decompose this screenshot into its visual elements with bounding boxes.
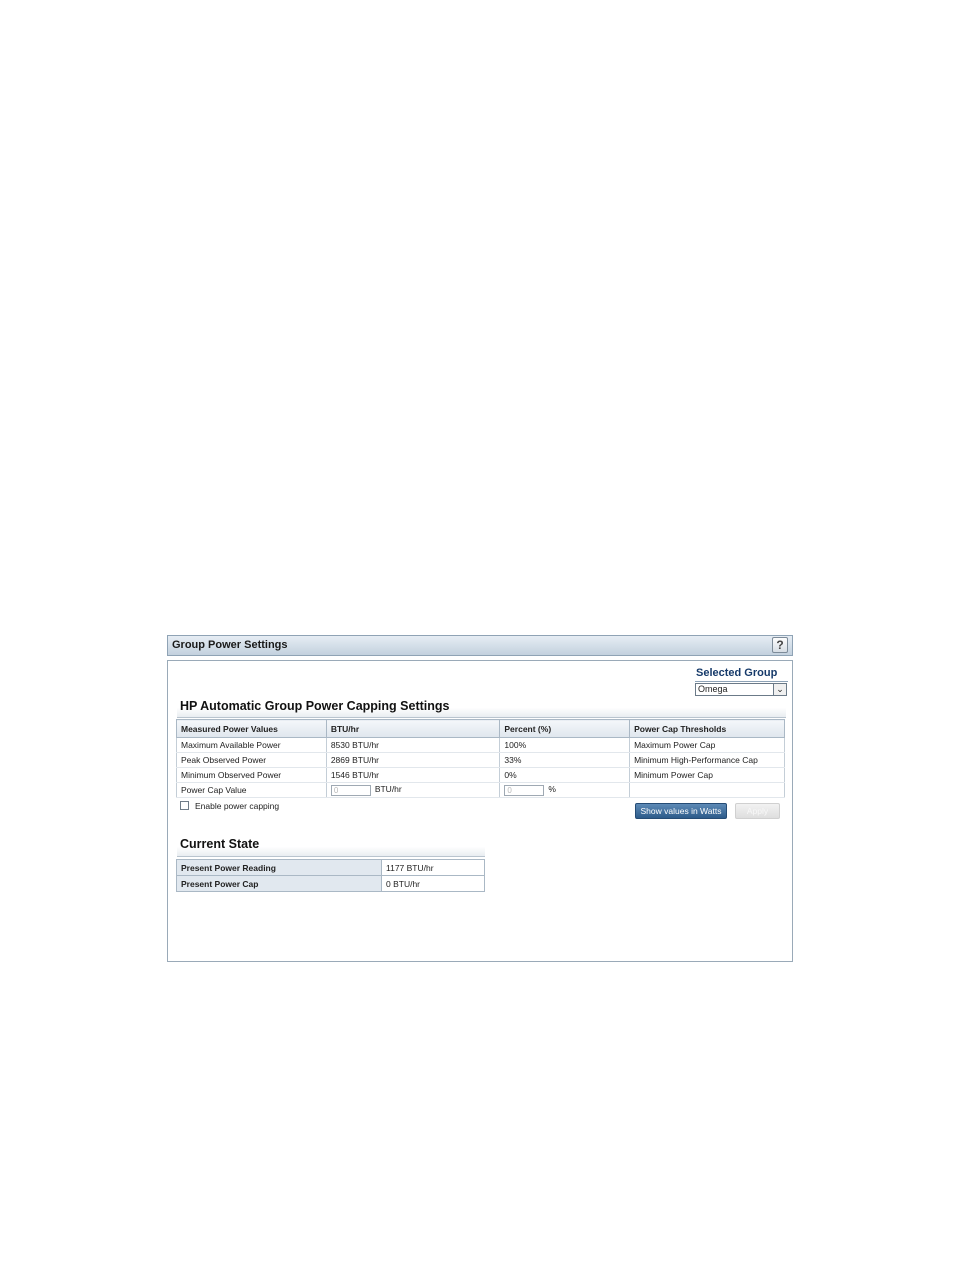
column-header: Measured Power Values [176,719,327,738]
table-cell: Minimum Power Cap [629,767,785,783]
power-cap-label: Power Cap Value [176,782,327,798]
selected-group-label: Selected Group [696,667,778,679]
column-header: Percent (%) [499,719,631,738]
table-cell: Maximum Power Cap [629,737,785,753]
table-cell: Maximum Available Power [176,737,327,753]
show-watts-button[interactable]: Show values in Watts [635,803,727,819]
table-row: Present Power Reading 1177 BTU/hr [176,859,485,876]
group-select[interactable]: Omega ⌄ [695,683,787,696]
power-cap-btu-input[interactable]: 0 [330,784,371,796]
table-cell: 0 BTU/hr [325,782,501,798]
btu-unit-label: BTU/hr [374,784,402,795]
help-icon[interactable]: ? [772,637,788,653]
apply-button[interactable]: Apply [735,803,780,819]
table-cell: Minimum High-Performance Cap [629,752,785,768]
enable-power-capping-checkbox[interactable] [180,801,189,811]
panel-body: Selected Group Omega ⌄ HP Automatic Grou… [167,660,793,962]
table-row: Maximum Available Power 8530 BTU/hr 100%… [176,737,785,753]
settings-heading: HP Automatic Group Power Capping Setting… [177,696,786,718]
table-cell: 100% [499,737,631,753]
table-row: Peak Observed Power 2869 BTU/hr 33% Mini… [176,752,785,768]
percent-unit-label: % [548,784,556,795]
power-cap-row: Power Cap Value 0 BTU/hr 0% [176,782,785,798]
column-header: Power Cap Thresholds [629,719,785,738]
state-value: 0 BTU/hr [381,875,485,892]
table-cell: Peak Observed Power [176,752,327,768]
table-cell: 0% [499,767,631,783]
table-cell: 2869 BTU/hr [325,752,501,768]
power-settings-table: Measured Power Values BTU/hr Percent (%)… [176,719,785,798]
chevron-down-icon[interactable]: ⌄ [773,684,786,695]
group-select-value: Omega [698,684,728,694]
current-state-table: Present Power Reading 1177 BTU/hr Presen… [176,859,485,892]
panel-title: Group Power Settings [172,639,288,651]
state-key: Present Power Reading [176,859,382,876]
table-header-row: Measured Power Values BTU/hr Percent (%)… [176,719,785,738]
table-cell: 33% [499,752,631,768]
state-key: Present Power Cap [176,875,382,892]
enable-power-capping-label[interactable]: Enable power capping [195,801,279,811]
state-value: 1177 BTU/hr [381,859,485,876]
column-header: BTU/hr [325,719,501,738]
table-cell: 1546 BTU/hr [325,767,501,783]
power-cap-percent-input[interactable]: 0 [504,784,545,796]
current-state-heading: Current State [177,835,485,857]
group-power-settings-panel: Group Power Settings ? Selected Group Om… [167,635,793,962]
enable-capping-row: Enable power capping [180,800,279,811]
panel-titlebar: Group Power Settings ? [167,635,793,656]
table-cell: 8530 BTU/hr [325,737,501,753]
table-cell: 0% [499,782,631,798]
divider [695,681,788,682]
table-row: Minimum Observed Power 1546 BTU/hr 0% Mi… [176,767,785,783]
table-cell: Minimum Observed Power [176,767,327,783]
table-row: Present Power Cap 0 BTU/hr [176,875,485,892]
table-cell [629,782,785,798]
